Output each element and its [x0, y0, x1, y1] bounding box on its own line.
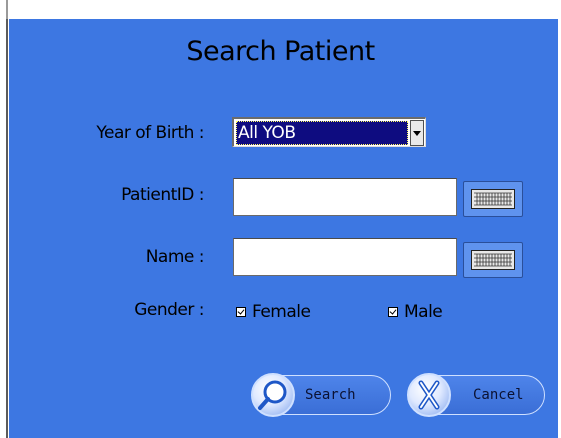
cancel-button[interactable]: Cancel [407, 373, 545, 417]
cancel-button-label: Cancel [473, 387, 524, 403]
window-edge-tick [6, 0, 8, 19]
checkbox-checked-icon[interactable] [388, 307, 398, 317]
patient-id-input[interactable] [233, 178, 457, 216]
checkbox-checked-icon[interactable] [236, 307, 246, 317]
year-of-birth-label: Year of Birth : [96, 123, 204, 143]
gender-label: Gender : [134, 300, 204, 320]
male-checkbox[interactable]: Male [388, 302, 443, 322]
dropdown-arrow-icon[interactable] [410, 120, 424, 146]
keyboard-icon [471, 189, 515, 209]
x-icon [407, 373, 451, 417]
female-checkbox[interactable]: Female [236, 302, 311, 322]
patient-id-label: PatientID : [121, 185, 204, 205]
search-button-label: Search [305, 387, 356, 403]
patient-id-keyboard-button[interactable] [463, 181, 523, 217]
window-edge [6, 19, 8, 438]
name-input[interactable] [233, 238, 457, 276]
magnifier-icon [251, 373, 295, 417]
keyboard-icon [471, 250, 515, 270]
name-label: Name : [145, 247, 205, 267]
dialog-title: Search Patient [186, 36, 375, 67]
year-of-birth-select[interactable]: All YOB [232, 117, 426, 147]
male-checkbox-label: Male [404, 302, 443, 322]
female-checkbox-label: Female [252, 302, 311, 322]
search-button[interactable]: Search [251, 373, 391, 417]
year-of-birth-selected-value: All YOB [236, 121, 408, 145]
name-keyboard-button[interactable] [463, 242, 523, 278]
